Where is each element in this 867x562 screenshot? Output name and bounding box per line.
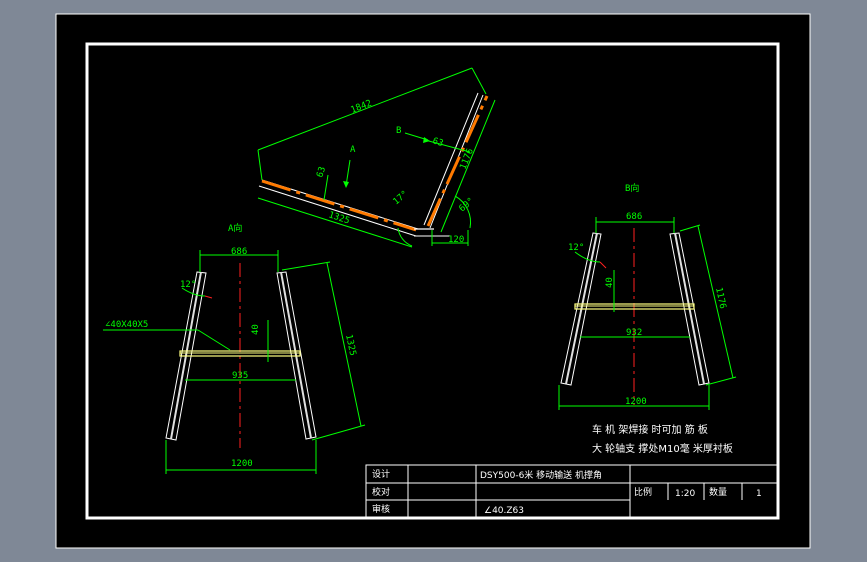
cad-drawing-canvas[interactable]: 1842 1325 1176 63 63 17° 69° 120 A B A向: [0, 0, 867, 562]
note-line-2: 大 轮轴支 撑处M10毫 米厚衬板: [592, 442, 733, 455]
title-row-label-design: 设计: [372, 468, 390, 480]
dim-foot-text: 120: [448, 235, 464, 245]
title-row-label-check: 校对: [372, 486, 390, 498]
view-a-dim-gap-text: 40: [251, 324, 261, 335]
view-a-dim-brace-text: 935: [232, 371, 248, 381]
view-b-dim-brace-text: 932: [626, 328, 642, 338]
view-b-angle-text: 12°: [568, 243, 584, 253]
view-arrow-b-label: B: [396, 126, 401, 136]
scale-label: 比例: [634, 486, 652, 498]
material-leader-text: ∠40X40X5: [105, 320, 148, 330]
view-b-dim-top-text: 686: [626, 212, 642, 222]
view-b-dim-bottom-text: 1200: [625, 397, 647, 407]
view-b-title: B向: [625, 182, 639, 194]
title-row-label-review: 审核: [372, 503, 390, 515]
scale-value: 1:20: [675, 489, 695, 499]
view-a-dim-bottom-text: 1200: [231, 459, 253, 469]
drawing-sheet: [55, 13, 811, 549]
drawing-title: DSY500-6米 移动输送 机撑角: [480, 469, 602, 481]
view-arrow-a-label: A: [350, 145, 356, 155]
drawing-material: ∠40.Z63: [484, 506, 524, 516]
view-a-angle-text: 12°: [180, 280, 196, 290]
qty-label: 数量: [709, 486, 727, 498]
view-b-dim-gap-text: 40: [605, 277, 615, 288]
qty-value: 1: [756, 489, 762, 499]
note-line-1: 车 机 架焊接 时可加 筋 板: [592, 423, 708, 436]
view-a-dim-top-text: 686: [231, 247, 247, 257]
view-a-title: A向: [228, 222, 242, 234]
